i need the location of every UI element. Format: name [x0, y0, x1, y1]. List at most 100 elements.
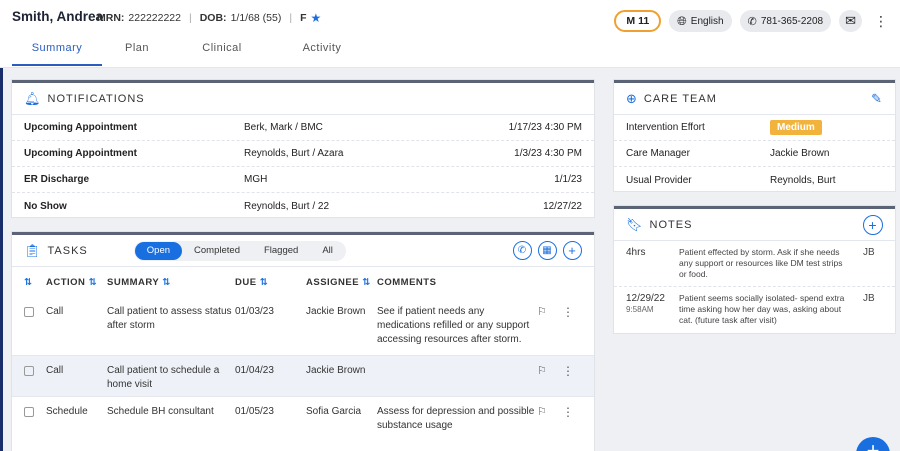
notification-who: Reynolds, Burt / Azara [244, 148, 344, 159]
notification-row[interactable]: ER Discharge MGH 1/1/23 [12, 167, 594, 193]
notification-when: 1/1/23 [554, 174, 582, 185]
language-label: English [690, 15, 724, 27]
col-action[interactable]: ACTION ⇅ [46, 277, 107, 288]
task-actions: ✆ ▦ + [513, 241, 582, 260]
notes-header: 🔖︎ NOTES + [614, 209, 895, 241]
note-date: 4hrs [626, 247, 646, 258]
tasks-header: 📋︎ TASKS Open Completed Flagged All ✆ ▦ … [12, 235, 594, 267]
care-team-row: Usual Provider Reynolds, Burt [614, 167, 895, 193]
dob-value: 1/1/68 (55) [230, 12, 282, 24]
note-author: JB [863, 247, 875, 258]
patient-name: Smith, Andrea [12, 9, 104, 24]
note-date: 12/29/22 [626, 293, 665, 304]
table-row[interactable]: Call Call patient to schedule a home vis… [12, 356, 594, 397]
task-due: 01/05/23 [235, 406, 274, 417]
task-action: Call [46, 365, 64, 376]
clipboard-icon: 📋︎ [24, 242, 42, 258]
task-checkbox[interactable] [24, 366, 34, 376]
sort-icon[interactable]: ⇅ [24, 277, 46, 288]
notes-title: NOTES [649, 218, 693, 231]
mail-icon: ✉ [845, 13, 856, 28]
col-comments: COMMENTS [377, 276, 437, 288]
task-comments [377, 364, 537, 388]
task-comments: See if patient needs any medications ref… [377, 306, 530, 345]
flag-icon[interactable]: ⚐ [537, 364, 561, 388]
notification-type: Upcoming Appointment [24, 122, 137, 133]
tasks-card: 📋︎ TASKS Open Completed Flagged All ✆ ▦ … [12, 232, 594, 451]
tab-clinical[interactable]: Clinical [172, 36, 272, 66]
row-menu-icon[interactable]: ⋮ [561, 305, 575, 347]
care-team-header: ⊕ CARE TEAM ✎ [614, 83, 895, 115]
more-options-icon[interactable]: ⋮ [870, 13, 892, 30]
care-team-value: Reynolds, Burt [770, 174, 836, 186]
notification-when: 12/27/22 [543, 200, 582, 212]
filter-open[interactable]: Open [134, 241, 183, 260]
edit-icon[interactable]: ✎ [871, 91, 883, 107]
medical-cross-icon: ⊕ [626, 90, 638, 106]
col-assignee-label: ASSIGNEE [306, 276, 360, 288]
row-menu-icon[interactable]: ⋮ [561, 364, 575, 388]
star-icon[interactable]: ★ [311, 11, 322, 25]
divider: | [289, 12, 293, 24]
task-checkbox[interactable] [24, 407, 34, 417]
task-summary: Call patient to assess status after stor… [107, 306, 232, 331]
tab-plan[interactable]: Plan [102, 36, 172, 66]
notification-when: 1/3/23 4:30 PM [514, 148, 582, 159]
filter-completed[interactable]: Completed [182, 242, 252, 260]
task-assignee: Jackie Brown [306, 365, 366, 376]
phone-icon[interactable]: ✆ [513, 241, 532, 260]
flag-icon[interactable]: ⚐ [537, 305, 561, 347]
filter-all[interactable]: All [310, 242, 345, 260]
globe-icon: 🌐︎ [677, 13, 687, 28]
task-checkbox[interactable] [24, 307, 34, 317]
add-note-button[interactable]: + [863, 214, 883, 235]
care-team-label: Usual Provider [626, 174, 692, 186]
floating-add-button[interactable]: + [856, 437, 890, 451]
care-team-value: Jackie Brown [770, 148, 830, 159]
notifications-title: NOTIFICATIONS [47, 92, 145, 105]
task-assignee: Jackie Brown [306, 306, 366, 317]
table-row[interactable]: Call Call patient to assess status after… [12, 297, 594, 356]
member-code-badge[interactable]: M 11 [614, 10, 662, 32]
phone-pill[interactable]: ✆ 781-365-2208 [739, 10, 832, 32]
notification-row[interactable]: Upcoming Appointment Reynolds, Burt / Az… [12, 141, 594, 167]
notification-row[interactable]: No Show Reynolds, Burt / 22 12/27/22 [12, 193, 594, 219]
col-due[interactable]: DUE ⇅ [235, 277, 306, 288]
notification-row[interactable]: Upcoming Appointment Berk, Mark / BMC 1/… [12, 115, 594, 141]
header-actions: M 11 🌐︎ English ✆ 781-365-2208 ✉ ⋮ [614, 10, 892, 32]
note-item[interactable]: 4hrs Patient effected by storm. Ask if s… [614, 241, 895, 287]
care-team-row: Care Manager Jackie Brown [614, 141, 895, 167]
task-action: Schedule [46, 406, 88, 417]
email-button[interactable]: ✉ [839, 10, 862, 32]
notifications-card: 🔔︎ NOTIFICATIONS Upcoming Appointment Be… [12, 80, 594, 217]
notes-card: 🔖︎ NOTES + 4hrs Patient effected by stor… [614, 206, 895, 333]
flag-icon[interactable]: ⚐ [537, 405, 561, 433]
task-summary: Call patient to schedule a home visit [107, 365, 220, 390]
calendar-icon[interactable]: ▦ [538, 241, 557, 260]
tab-bar: Summary Plan Clinical Activity [12, 36, 372, 66]
note-text: Patient effected by storm. Ask if she ne… [679, 247, 843, 279]
patient-header: Smith, Andrea MRN: 222222222 | DOB: 1/1/… [0, 0, 900, 68]
notification-who: Berk, Mark / BMC [244, 122, 323, 133]
language-pill[interactable]: 🌐︎ English [669, 10, 732, 32]
col-action-label: ACTION [46, 276, 86, 288]
dob-label: DOB: [199, 12, 227, 24]
row-menu-icon[interactable]: ⋮ [561, 405, 575, 433]
col-summary-label: SUMMARY [107, 276, 160, 288]
bell-icon: 🔔︎ [24, 90, 42, 106]
note-text: Patient seems socially isolated- spend e… [679, 293, 845, 325]
col-summary[interactable]: SUMMARY ⇅ [107, 277, 235, 288]
col-due-label: DUE [235, 276, 257, 288]
note-author: JB [863, 293, 875, 304]
bookmark-icon: 🔖︎ [626, 216, 644, 232]
notification-who: Reynolds, Burt / 22 [244, 200, 330, 212]
filter-flagged[interactable]: Flagged [252, 242, 310, 260]
phone-number: 781-365-2208 [760, 15, 824, 27]
tab-summary[interactable]: Summary [12, 36, 102, 66]
tab-activity[interactable]: Activity [272, 36, 372, 66]
divider: | [188, 12, 192, 24]
add-task-button[interactable]: + [563, 241, 582, 260]
note-item[interactable]: 12/29/22 9:58AM Patient seems socially is… [614, 287, 895, 332]
table-row[interactable]: Schedule Schedule BH consultant 01/05/23… [12, 397, 594, 441]
col-assignee[interactable]: ASSIGNEE ⇅ [306, 277, 377, 288]
